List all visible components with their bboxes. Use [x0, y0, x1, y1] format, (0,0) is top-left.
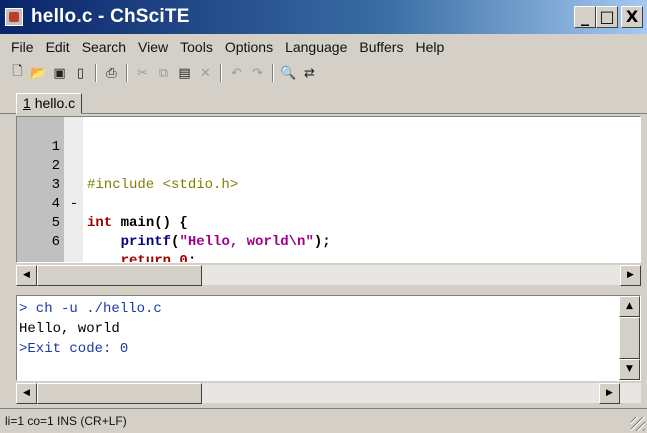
toolbar-separator	[126, 64, 128, 82]
cut-icon[interactable]: ✂	[133, 64, 152, 83]
menu-options[interactable]: Options	[219, 39, 279, 55]
menu-file[interactable]: File	[5, 39, 40, 55]
output-horizontal-scrollbar[interactable]: ◀ ▶	[16, 382, 641, 404]
code-editor[interactable]: 1 #include <stdio.h> 2 3 - int main() { …	[16, 116, 641, 263]
open-file-icon[interactable]: 📂	[29, 64, 48, 83]
find-icon[interactable]: 🔍	[279, 64, 298, 83]
output-command-line: > ch -u ./hello.c	[19, 301, 162, 317]
menu-tools[interactable]: Tools	[174, 39, 219, 55]
scroll-left-button[interactable]: ◀	[16, 383, 37, 404]
menu-help[interactable]: Help	[409, 39, 450, 55]
scroll-right-button[interactable]: ▶	[599, 383, 620, 404]
line-number: 6	[51, 234, 60, 250]
code-text: printf("Hello, world\n");	[87, 233, 331, 252]
status-bar: li=1 co=1 INS (CR+LF)	[0, 408, 647, 433]
status-text: li=1 co=1 INS (CR+LF)	[5, 414, 127, 428]
copy-icon[interactable]: ⧉	[154, 64, 173, 83]
function-name: printf	[120, 234, 172, 250]
string-literal: "Hello, world\n"	[179, 234, 314, 250]
code-text: return 0;	[87, 252, 197, 263]
pane-splitter[interactable]	[16, 287, 641, 295]
delete-icon[interactable]: ✕	[196, 64, 215, 83]
maximize-button[interactable]: □	[596, 6, 618, 28]
close-button[interactable]: X	[621, 6, 643, 28]
save-icon[interactable]: ▣	[50, 64, 69, 83]
window-controls: _ □ X	[574, 6, 643, 28]
buffer-tabs: 1 hello.c	[0, 88, 647, 114]
code-line: 4 printf("Hello, world\n");	[17, 176, 640, 250]
code-fragment: ;	[187, 253, 197, 263]
number-literal: 0	[171, 253, 188, 263]
code-line: 3 - int main() {	[17, 157, 640, 231]
menu-search[interactable]: Search	[76, 39, 132, 55]
output-text-line: Hello, world	[19, 321, 120, 337]
output-exit-line: >Exit code: 0	[19, 341, 129, 357]
toolbar-separator	[272, 64, 274, 82]
output-pane[interactable]: > ch -u ./hello.c Hello, world >Exit cod…	[16, 295, 641, 381]
tab-number: 1	[23, 95, 31, 111]
menu-bar: File Edit Search View Tools Options Lang…	[0, 34, 647, 59]
menu-language[interactable]: Language	[279, 39, 353, 55]
new-file-icon[interactable]: 🗋	[8, 64, 27, 83]
minimize-button[interactable]: _	[574, 6, 596, 28]
scroll-right-button[interactable]: ▶	[620, 265, 641, 286]
app-icon[interactable]	[5, 8, 23, 26]
window-title: hello.c - ChSciTE	[31, 6, 190, 27]
scroll-thumb[interactable]	[619, 317, 640, 359]
menu-buffers[interactable]: Buffers	[353, 39, 409, 55]
redo-icon[interactable]: ↷	[248, 64, 267, 83]
code-line: 5 return 0;	[17, 195, 640, 262]
scroll-thumb[interactable]	[37, 383, 202, 404]
replace-icon[interactable]: ⇄	[300, 64, 319, 83]
code-fragment: );	[313, 234, 331, 250]
title-bar[interactable]: hello.c - ChSciTE _ □ X	[0, 0, 647, 34]
code-line: 6 }	[17, 214, 640, 250]
code-line: 2	[17, 138, 640, 174]
print-icon[interactable]: ⎙	[102, 64, 121, 83]
output-vertical-scrollbar[interactable]: ▲ ▼	[619, 296, 640, 380]
toolbar-separator	[95, 64, 97, 82]
menu-edit[interactable]: Edit	[40, 39, 76, 55]
scroll-thumb[interactable]	[37, 265, 202, 286]
toolbar-separator	[220, 64, 222, 82]
resize-grip-icon[interactable]	[631, 417, 645, 431]
close-file-icon[interactable]: ▯	[71, 64, 90, 83]
toolbar: 🗋 📂 ▣ ▯ ⎙ ✂ ⧉ ▤ ✕ ↶ ↷ 🔍 ⇄	[0, 60, 647, 86]
scroll-up-button[interactable]: ▲	[619, 296, 640, 317]
code-line: 1 #include <stdio.h>	[17, 119, 640, 193]
paste-icon[interactable]: ▤	[175, 64, 194, 83]
keyword: return	[120, 253, 172, 263]
undo-icon[interactable]: ↶	[227, 64, 246, 83]
menu-view[interactable]: View	[132, 39, 174, 55]
editor-horizontal-scrollbar[interactable]: ◀ ▶	[16, 264, 641, 286]
chscite-window: hello.c - ChSciTE _ □ X File Edit Search…	[0, 0, 647, 433]
scroll-down-button[interactable]: ▼	[619, 359, 640, 380]
tab-hello-c[interactable]: 1 hello.c	[16, 93, 83, 114]
scroll-left-button[interactable]: ◀	[16, 265, 37, 286]
tab-filename: hello.c	[34, 95, 76, 111]
